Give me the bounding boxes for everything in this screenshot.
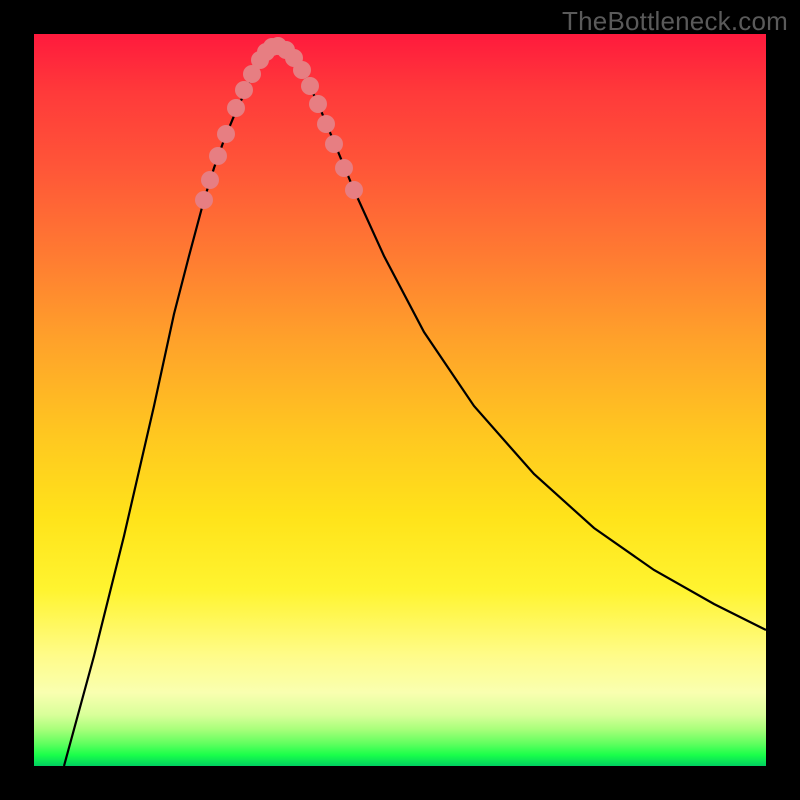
curve-marker xyxy=(309,95,327,113)
chart-svg xyxy=(34,34,766,766)
curve-marker xyxy=(235,81,253,99)
bottleneck-curve xyxy=(64,46,766,766)
curve-marker xyxy=(301,77,319,95)
curve-marker xyxy=(345,181,363,199)
curve-marker xyxy=(209,147,227,165)
watermark-text: TheBottleneck.com xyxy=(562,6,788,37)
curve-marker xyxy=(335,159,353,177)
curve-marker xyxy=(293,61,311,79)
curve-marker xyxy=(317,115,335,133)
curve-marker xyxy=(325,135,343,153)
chart-frame: TheBottleneck.com xyxy=(0,0,800,800)
curve-marker xyxy=(217,125,235,143)
curve-marker xyxy=(201,171,219,189)
curve-markers xyxy=(195,37,363,209)
curve-marker xyxy=(227,99,245,117)
curve-marker xyxy=(195,191,213,209)
